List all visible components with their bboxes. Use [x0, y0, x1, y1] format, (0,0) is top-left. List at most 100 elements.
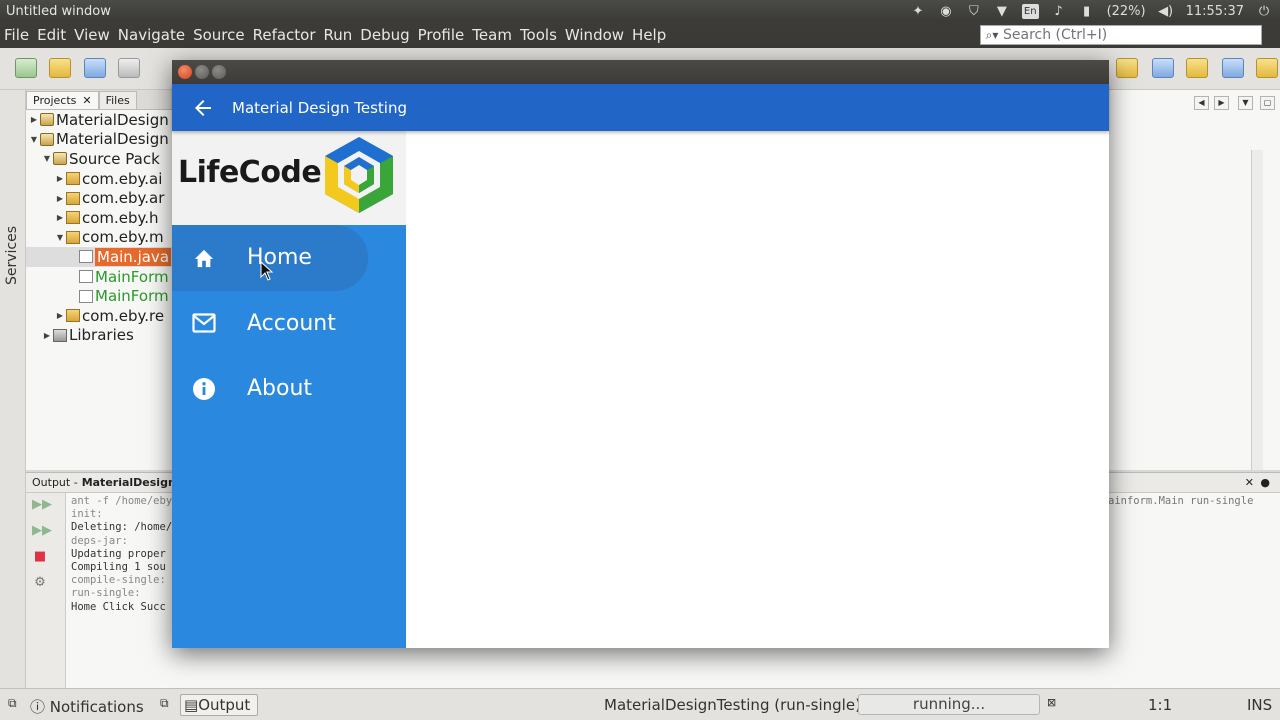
tree-node[interactable]: ▶ com.eby.ar: [26, 188, 176, 208]
java-file-icon: [79, 270, 93, 284]
dropdown-icon[interactable]: ▼: [1238, 96, 1253, 110]
caret-position: 1:1: [1148, 696, 1173, 714]
tree-node[interactable]: MainForm: [26, 286, 176, 306]
search-input[interactable]: [1003, 27, 1253, 43]
editor-scrollbar[interactable]: [1251, 150, 1263, 470]
nav-item-label: Home: [247, 245, 312, 271]
chevron-right-icon[interactable]: ▶: [41, 331, 53, 340]
menu-help[interactable]: Help: [628, 26, 670, 44]
menu-profile[interactable]: Profile: [414, 26, 469, 44]
tree-node[interactable]: ▶ com.eby.h: [26, 208, 176, 228]
library-icon: [53, 328, 67, 342]
chevron-right-icon[interactable]: ▶: [54, 174, 66, 183]
window-minimize-button[interactable]: [195, 65, 209, 79]
gc-icon[interactable]: [1222, 58, 1244, 78]
ide-search-box[interactable]: ⌕▾: [980, 25, 1262, 45]
window-close-button[interactable]: [178, 65, 192, 79]
menu-tools[interactable]: Tools: [516, 26, 561, 44]
menu-edit[interactable]: Edit: [33, 26, 70, 44]
chevron-right-icon[interactable]: ▶: [54, 194, 66, 203]
more-tools-icon[interactable]: [1256, 58, 1278, 78]
stop-icon[interactable]: ■: [32, 549, 48, 565]
new-file-icon[interactable]: [15, 58, 37, 78]
tree-node[interactable]: Main.java: [26, 247, 176, 267]
tree-node-label: com.eby.ai: [82, 169, 163, 188]
volume-icon[interactable]: ◀): [1158, 4, 1174, 19]
navigation-drawer: LifeCode Home Account About: [172, 131, 406, 648]
scroll-left-icon[interactable]: ◀: [1194, 96, 1209, 110]
info-icon: [192, 377, 216, 401]
source-folder-icon: [53, 152, 67, 166]
menu-navigate[interactable]: Navigate: [114, 26, 189, 44]
output-line: ant -f /home/eby: [71, 495, 173, 507]
chevron-down-icon[interactable]: ▼: [54, 233, 66, 242]
output-line: deps-jar:: [71, 534, 128, 547]
nav-item-home[interactable]: Home: [172, 225, 406, 291]
menu-run[interactable]: Run: [320, 26, 357, 44]
restore-icon[interactable]: ⧉: [160, 696, 169, 711]
wifi-icon[interactable]: ▼: [994, 4, 1010, 19]
battery-icon[interactable]: ▮: [1079, 4, 1095, 19]
menu-debug[interactable]: Debug: [356, 26, 413, 44]
shield-icon[interactable]: ⛉: [966, 4, 982, 19]
chrome-icon[interactable]: ◉: [938, 4, 954, 19]
tab-projects[interactable]: Projects ✕: [26, 91, 99, 109]
tree-node-label: MainForm: [95, 267, 169, 286]
restore-icon[interactable]: ⧉: [8, 696, 17, 711]
chevron-right-icon[interactable]: ▶: [54, 311, 66, 320]
tree-node[interactable]: ▶ MaterialDesign: [26, 110, 176, 130]
tree-node[interactable]: ▼ MaterialDesign: [26, 130, 176, 150]
nav-item-about[interactable]: About: [172, 356, 406, 422]
profile-icon[interactable]: [1116, 58, 1138, 78]
dropbox-icon[interactable]: ✦: [910, 4, 926, 19]
keyboard-lang-indicator[interactable]: En: [1021, 3, 1039, 19]
menu-refactor[interactable]: Refactor: [249, 26, 320, 44]
settings-icon[interactable]: ⚙: [32, 575, 48, 591]
clock[interactable]: 11:55:37: [1186, 4, 1244, 19]
app-title: Material Design Testing: [232, 98, 407, 117]
menu-source[interactable]: Source: [189, 26, 249, 44]
attach-debugger-icon[interactable]: [1152, 58, 1174, 78]
scroll-right-icon[interactable]: ▶: [1214, 96, 1229, 110]
tree-node[interactable]: ▼ Source Pack: [26, 149, 176, 169]
open-project-icon[interactable]: [84, 58, 106, 78]
cancel-task-icon[interactable]: ⊠: [1047, 696, 1056, 709]
tree-node[interactable]: ▶ com.eby.ai: [26, 169, 176, 189]
tree-node[interactable]: ▼ com.eby.m: [26, 228, 176, 248]
new-project-icon[interactable]: [49, 58, 71, 78]
close-icon[interactable]: ✕: [1245, 476, 1254, 489]
nav-item-account[interactable]: Account: [172, 291, 406, 357]
tree-node[interactable]: MainForm: [26, 267, 176, 287]
power-icon[interactable]: ⏻: [1256, 4, 1272, 19]
menu-window[interactable]: Window: [561, 26, 628, 44]
chevron-right-icon[interactable]: ▶: [54, 213, 66, 222]
window-maximize-button[interactable]: [212, 65, 226, 79]
bell-icon[interactable]: ♪: [1051, 4, 1067, 19]
output-status-label-wrap: ▤Output: [184, 696, 251, 714]
java-file-icon: [79, 250, 93, 264]
app-window-titlebar[interactable]: [172, 60, 1109, 84]
menu-file[interactable]: File: [0, 26, 33, 44]
package-icon: [66, 172, 80, 186]
output-line: Updating proper: [71, 547, 166, 560]
services-tab[interactable]: Services: [4, 226, 20, 285]
chevron-down-icon[interactable]: ▼: [41, 154, 53, 163]
chevron-down-icon[interactable]: ▼: [28, 135, 40, 144]
tree-node[interactable]: ▶ Libraries: [26, 326, 176, 346]
package-icon: [66, 230, 80, 244]
tree-node[interactable]: ▶ com.eby.re: [26, 306, 176, 326]
back-arrow-icon[interactable]: [188, 93, 218, 123]
save-all-icon[interactable]: [118, 58, 140, 78]
menu-view[interactable]: View: [70, 26, 114, 44]
close-icon[interactable]: ✕: [82, 94, 91, 107]
tab-files[interactable]: Files: [98, 91, 137, 109]
menu-team[interactable]: Team: [468, 26, 516, 44]
rerun-with-params-icon[interactable]: ▶▶: [32, 523, 52, 539]
maximize-icon[interactable]: ▢: [1260, 96, 1275, 110]
output-title-project: MaterialDesign: [81, 476, 176, 489]
run-config-icon[interactable]: [1186, 58, 1208, 78]
rerun-icon[interactable]: ▶▶: [32, 497, 52, 513]
notifications-button[interactable]: ⓘ Notifications: [30, 696, 144, 717]
chevron-right-icon[interactable]: ▶: [28, 115, 40, 124]
lifecode-logo-icon: [325, 137, 393, 213]
